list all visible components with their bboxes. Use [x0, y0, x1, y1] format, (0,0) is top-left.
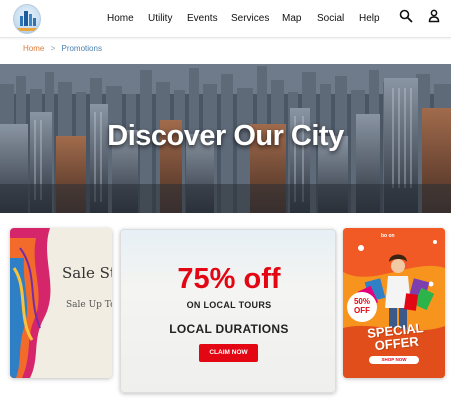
nav-events[interactable]: Events — [187, 13, 218, 24]
nav-services[interactable]: Services — [231, 13, 269, 24]
on-local-tours-label: ON LOCAL TOURS — [186, 300, 272, 310]
breadcrumb-current: Promotions — [61, 44, 102, 53]
offer-percent-badge: 50% OFF — [347, 292, 377, 322]
discount-percent: 75% off — [177, 263, 281, 295]
claim-now-button[interactable]: CLAIM NOW — [199, 344, 258, 362]
nav-map[interactable]: Map — [282, 13, 301, 24]
hero-banner: Discover Our City — [0, 64, 451, 213]
promo-card-special-offer[interactable]: bo on 50% OFF SPECIAL OFFER SHOP NOW — [343, 228, 445, 378]
breadcrumb-separator: > — [50, 44, 56, 53]
nav-social[interactable]: Social — [317, 13, 344, 24]
local-durations-label: LOCAL DURATIONS — [169, 322, 289, 336]
sale-subline: Sale Up To 50 — [66, 300, 112, 310]
search-icon[interactable] — [399, 9, 417, 27]
nav-utility[interactable]: Utility — [148, 13, 172, 24]
city-logo-icon[interactable] — [13, 4, 41, 34]
promo-card-tours[interactable]: 75% off ON LOCAL TOURS LOCAL DURATIONS C… — [120, 229, 336, 393]
breadcrumb: Home > Promotions — [23, 44, 102, 53]
nav-home[interactable]: Home — [107, 13, 134, 24]
sale-headline: Sale Sto — [62, 264, 112, 282]
promo-card-sale[interactable]: Sale Sto Sale Up To 50 — [10, 228, 112, 378]
user-icon[interactable] — [428, 9, 446, 27]
breadcrumb-home[interactable]: Home — [23, 44, 44, 53]
top-header: Home Utility Events Services Map Social … — [0, 0, 451, 38]
offer-brand: bo on — [381, 233, 395, 239]
nav-help[interactable]: Help — [359, 13, 380, 24]
shop-now-button[interactable]: SHOP NOW — [369, 356, 419, 364]
hero-title: Discover Our City — [107, 120, 344, 152]
